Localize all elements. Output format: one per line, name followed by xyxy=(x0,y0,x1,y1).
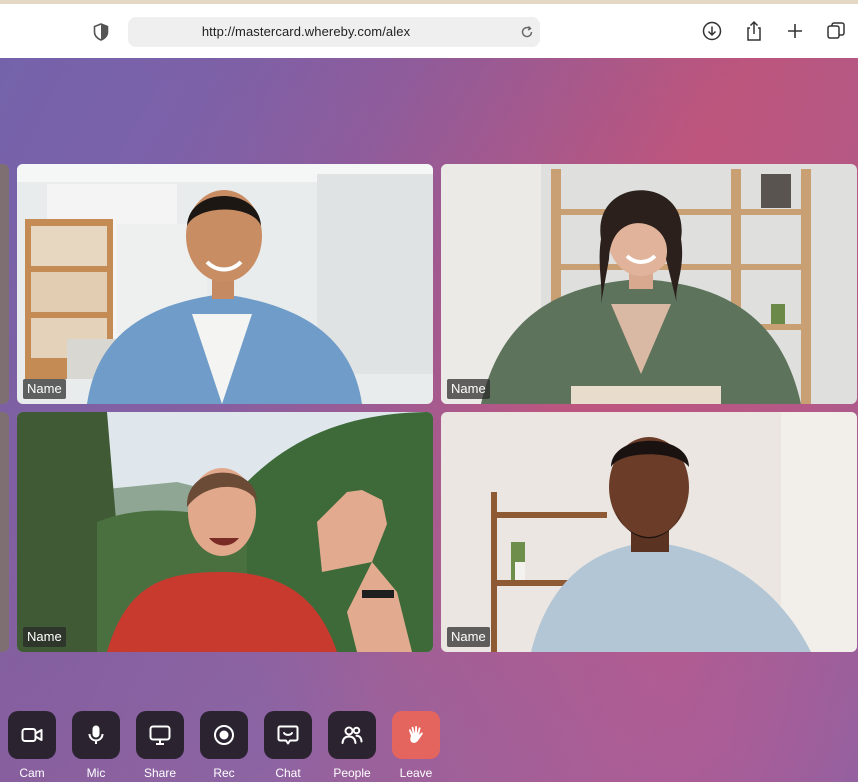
offscreen-participant-tile xyxy=(0,164,9,404)
people-control[interactable]: People xyxy=(328,711,376,781)
participant-name: Name xyxy=(447,627,490,647)
leave-label: Leave xyxy=(399,766,433,780)
participant-tile[interactable]: Name xyxy=(17,412,433,652)
chat-icon xyxy=(277,725,299,745)
participant-tile[interactable]: Name xyxy=(17,164,433,404)
participant-tile[interactable]: Name xyxy=(441,164,857,404)
new-tab-icon[interactable] xyxy=(784,20,806,42)
camera-icon xyxy=(21,728,43,742)
people-label: People xyxy=(333,766,371,780)
tabs-icon[interactable] xyxy=(825,20,847,42)
rec-button[interactable] xyxy=(200,711,248,759)
share-icon[interactable] xyxy=(743,20,765,42)
address-bar[interactable]: http://mastercard.whereby.com/alex xyxy=(128,17,540,47)
screen-share-icon xyxy=(149,725,171,745)
mic-control[interactable]: Mic xyxy=(72,711,120,781)
microphone-icon xyxy=(88,725,104,744)
shield-icon[interactable] xyxy=(93,23,109,41)
cam-button[interactable] xyxy=(8,711,56,759)
chat-button[interactable] xyxy=(264,711,312,759)
browser-toolbar: http://mastercard.whereby.com/alex xyxy=(0,4,858,58)
share-control[interactable]: Share xyxy=(136,711,184,781)
participant-tile[interactable]: Name xyxy=(441,412,857,652)
record-icon xyxy=(214,725,234,745)
reload-icon[interactable] xyxy=(520,25,534,39)
cam-control[interactable]: Cam xyxy=(8,711,56,781)
participant-name: Name xyxy=(447,379,490,399)
participant-name: Name xyxy=(23,627,66,647)
people-icon xyxy=(341,726,363,744)
rec-label: Rec xyxy=(213,766,235,780)
mic-button[interactable] xyxy=(72,711,120,759)
url-text[interactable]: http://mastercard.whereby.com/alex xyxy=(128,17,484,47)
leave-button[interactable] xyxy=(392,711,440,759)
video-feed xyxy=(17,164,433,404)
wave-hand-icon xyxy=(408,725,423,743)
rec-control[interactable]: Rec xyxy=(200,711,248,781)
share-button[interactable] xyxy=(136,711,184,759)
participant-name: Name xyxy=(23,379,66,399)
mic-label: Mic xyxy=(86,766,106,780)
cam-label: Cam xyxy=(19,766,45,780)
download-icon[interactable] xyxy=(701,20,723,42)
video-feed xyxy=(17,412,433,652)
video-feed xyxy=(441,164,857,404)
people-button[interactable] xyxy=(328,711,376,759)
offscreen-participant-tile xyxy=(0,412,9,652)
video-feed xyxy=(441,412,857,652)
chat-label: Chat xyxy=(275,766,301,780)
share-label: Share xyxy=(143,766,177,780)
leave-control[interactable]: Leave xyxy=(392,711,440,781)
chat-control[interactable]: Chat xyxy=(264,711,312,781)
